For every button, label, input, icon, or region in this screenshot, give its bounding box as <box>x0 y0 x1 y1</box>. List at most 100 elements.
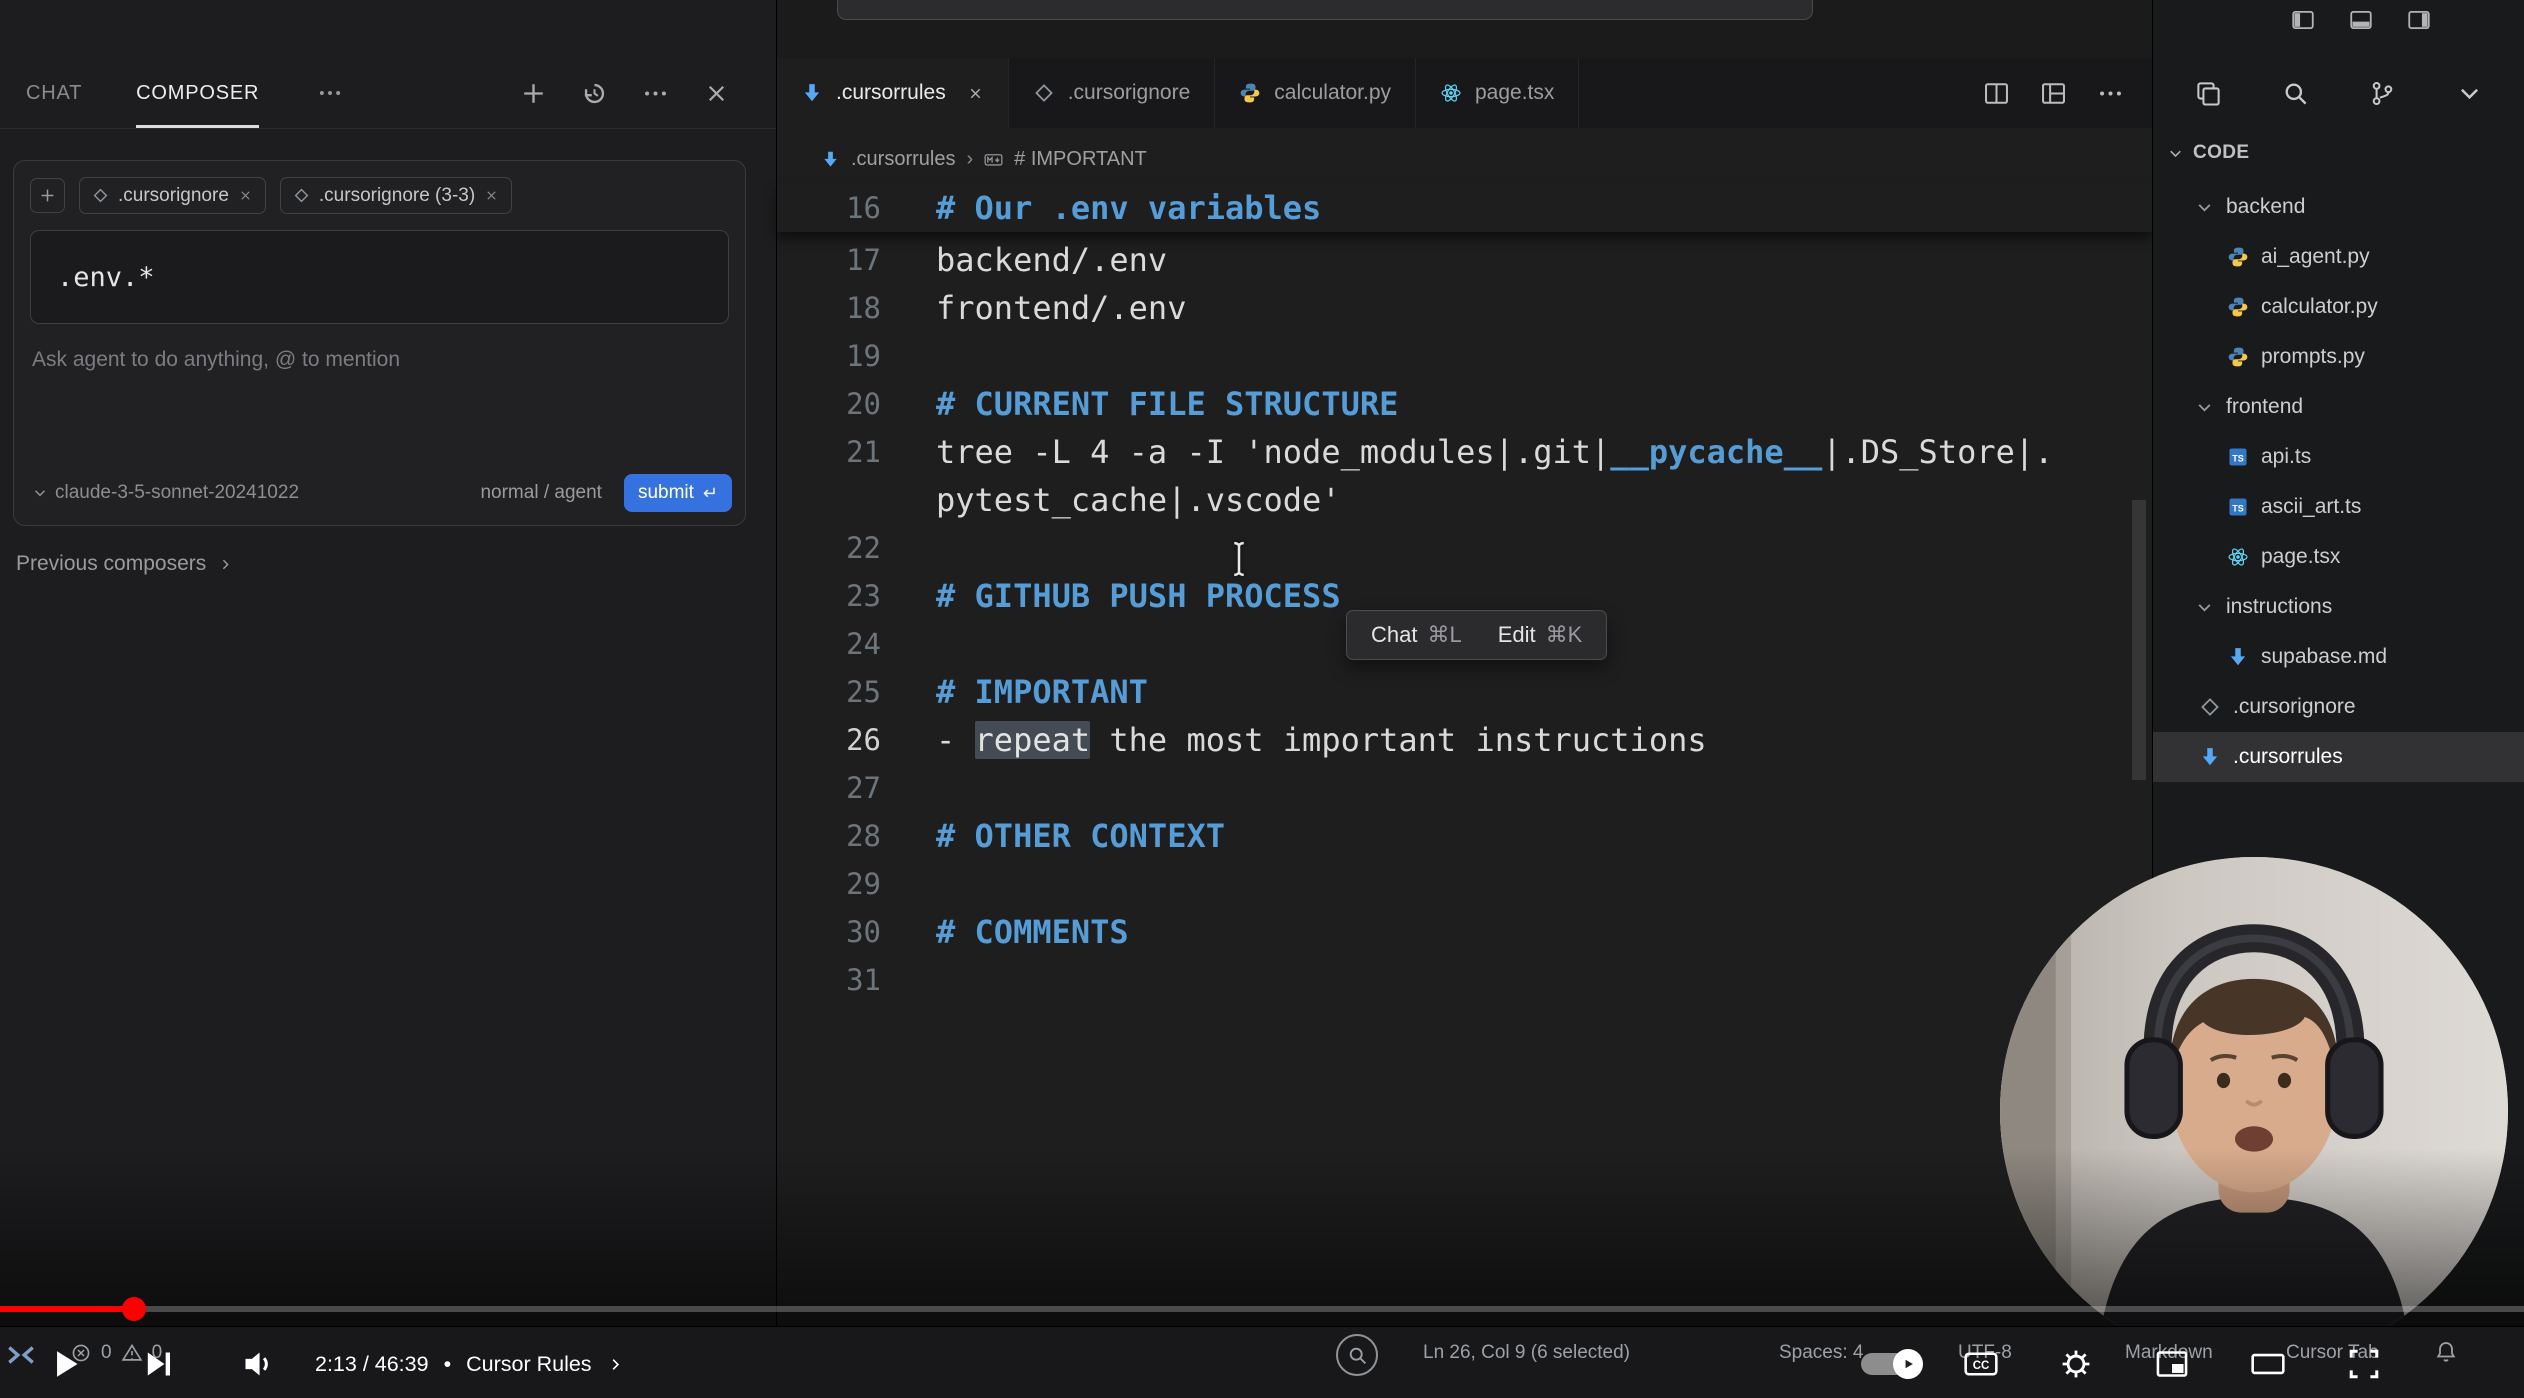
tree-file-ai_agent.py[interactable]: ai_agent.py <box>2153 232 2524 282</box>
tree-folder-instructions[interactable]: instructions <box>2153 582 2524 632</box>
line-content <box>881 524 936 572</box>
panel-left-icon[interactable] <box>2290 7 2316 33</box>
split-editor-icon[interactable] <box>1983 80 2010 107</box>
code-line[interactable]: 25# IMPORTANT <box>777 668 2152 716</box>
composer-tabbar: CHAT COMPOSER <box>26 58 313 128</box>
panel-bottom-icon[interactable] <box>2348 7 2374 33</box>
video-timestamp: 2:13 / 46:39 <box>315 1352 429 1377</box>
play-button[interactable] <box>38 1330 94 1398</box>
code-line[interactable]: 21tree -L 4 -a -I 'node_modules|.git|__p… <box>777 428 2152 476</box>
add-context-button[interactable] <box>30 178 65 213</box>
tree-file-calculator.py[interactable]: calculator.py <box>2153 282 2524 332</box>
editor-tab-calculator.py[interactable]: calculator.py <box>1215 58 1416 128</box>
layout-icon[interactable] <box>2040 80 2067 107</box>
sticky-line[interactable]: 16# Our .env variables <box>777 184 2152 232</box>
captions-button[interactable]: CC <box>1953 1330 2009 1398</box>
submit-button[interactable]: submit ↵ <box>624 474 732 512</box>
code-line[interactable]: 31 <box>777 956 2152 1004</box>
tree-item-label: calculator.py <box>2261 295 2378 319</box>
code-line[interactable]: 18frontend/.env <box>777 284 2152 332</box>
video-scrubber-dot[interactable] <box>122 1297 146 1321</box>
ts-file-icon: TS <box>2227 496 2249 518</box>
tree-file-ascii_art.ts[interactable]: TSascii_art.ts <box>2153 482 2524 532</box>
editor-scrollbar[interactable] <box>2132 500 2146 780</box>
editor-tab-page.tsx[interactable]: page.tsx <box>1416 58 1579 128</box>
code-line[interactable]: 29 <box>777 860 2152 908</box>
search-icon[interactable] <box>2282 80 2309 107</box>
line-number: 20 <box>777 380 881 428</box>
tree-folder-frontend[interactable]: frontend <box>2153 382 2524 432</box>
panel-right-icon[interactable] <box>2406 7 2432 33</box>
code-snippet-text: .env.* <box>57 262 155 293</box>
fullscreen-button[interactable] <box>2336 1330 2392 1398</box>
next-button[interactable] <box>128 1330 188 1398</box>
code-line[interactable]: 30# COMMENTS <box>777 908 2152 956</box>
code-line[interactable]: 26- repeat the most important instructio… <box>777 716 2152 764</box>
more-icon[interactable] <box>642 80 669 107</box>
theater-button[interactable] <box>2240 1330 2296 1398</box>
composer-input-card[interactable]: .cursorignore.cursorignore (3-3) .env.* … <box>13 160 746 526</box>
settings-button[interactable] <box>2048 1330 2104 1398</box>
source-control-icon[interactable] <box>2369 80 2396 107</box>
context-chip[interactable]: .cursorignore <box>79 177 266 214</box>
composer-tab-composer[interactable]: COMPOSER <box>136 58 259 128</box>
command-center[interactable] <box>837 0 1813 20</box>
close-panel-icon[interactable] <box>703 80 730 107</box>
composer-panel: CHAT COMPOSER .cursorignore .cursorignore … <box>0 0 777 1398</box>
video-title[interactable]: Cursor Rules <box>466 1352 591 1377</box>
tree-file-cursorignore[interactable]: .cursorignore <box>2153 682 2524 732</box>
line-content <box>881 332 936 380</box>
composer-placeholder[interactable]: Ask agent to do anything, @ to mention <box>32 348 727 372</box>
volume-button[interactable] <box>226 1330 288 1398</box>
editor-tab-cursorrules[interactable]: .cursorrules <box>777 58 1009 128</box>
code-line[interactable]: 17backend/.env <box>777 236 2152 284</box>
code-line[interactable]: 20# CURRENT FILE STRUCTURE <box>777 380 2152 428</box>
tree-file-api.ts[interactable]: TSapi.ts <box>2153 432 2524 482</box>
miniplayer-button[interactable] <box>2144 1330 2200 1398</box>
tree-file-cursorrules[interactable]: .cursorrules <box>2153 732 2524 782</box>
chevron-right-icon <box>607 1356 624 1373</box>
history-icon[interactable] <box>581 80 608 107</box>
previous-composers-link[interactable]: Previous composers <box>16 552 233 576</box>
breadcrumb[interactable]: .cursorrules › # IMPORTANT <box>821 140 1147 178</box>
tooltip-chat-label[interactable]: Chat <box>1371 622 1417 648</box>
tree-folder-backend[interactable]: backend <box>2153 182 2524 232</box>
breadcrumb-section[interactable]: # IMPORTANT <box>1014 148 1147 171</box>
tree-item-label: ai_agent.py <box>2261 245 2370 269</box>
tree-file-page.tsx[interactable]: page.tsx <box>2153 532 2524 582</box>
code-text: frontend/.env <box>936 289 1186 327</box>
code-line[interactable]: pytest_cache|.vscode' <box>777 476 2152 524</box>
code-line[interactable]: 28# OTHER CONTEXT <box>777 812 2152 860</box>
tree-file-prompts.py[interactable]: prompts.py <box>2153 332 2524 382</box>
new-composer-icon[interactable] <box>520 80 547 107</box>
more-icon[interactable] <box>317 80 343 106</box>
explorer-section-header[interactable]: CODE <box>2167 142 2250 164</box>
autoplay-toggle[interactable] <box>1858 1330 1924 1398</box>
mode-toggle[interactable]: normal / agent <box>480 482 601 504</box>
code-area[interactable]: 16# Our .env variables 17backend/.env18f… <box>777 184 2152 1004</box>
fullscreen-icon <box>2341 1341 2387 1387</box>
python-file-icon <box>2227 246 2249 268</box>
code-line[interactable]: 19 <box>777 332 2152 380</box>
line-content: # CURRENT FILE STRUCTURE <box>881 380 1398 428</box>
video-progress-bar[interactable] <box>0 1306 2524 1312</box>
diamond-file-icon <box>2199 696 2221 718</box>
submit-label: submit <box>638 482 694 504</box>
line-number: 26 <box>777 716 881 764</box>
composer-toolbar: CHAT COMPOSER <box>0 58 776 129</box>
chevron-down-icon[interactable] <box>2456 80 2483 107</box>
autoplay-pill <box>1861 1353 1921 1375</box>
composer-tab-chat[interactable]: CHAT <box>26 58 82 128</box>
chip-label: .cursorignore <box>118 185 229 207</box>
code-line[interactable]: 22 <box>777 524 2152 572</box>
code-snippet-chip[interactable]: .env.* <box>30 230 729 324</box>
tooltip-edit-label[interactable]: Edit <box>1498 622 1536 648</box>
model-selector[interactable]: claude-3-5-sonnet-20241022 <box>32 482 299 504</box>
editor-tab-cursorignore[interactable]: .cursorignore <box>1009 58 1216 128</box>
breadcrumb-file[interactable]: .cursorrules <box>851 148 955 171</box>
copy-icon[interactable] <box>2195 80 2222 107</box>
context-chip[interactable]: .cursorignore (3-3) <box>280 177 512 214</box>
more-icon[interactable] <box>2097 80 2124 107</box>
code-line[interactable]: 27 <box>777 764 2152 812</box>
tree-file-supabase.md[interactable]: supabase.md <box>2153 632 2524 682</box>
